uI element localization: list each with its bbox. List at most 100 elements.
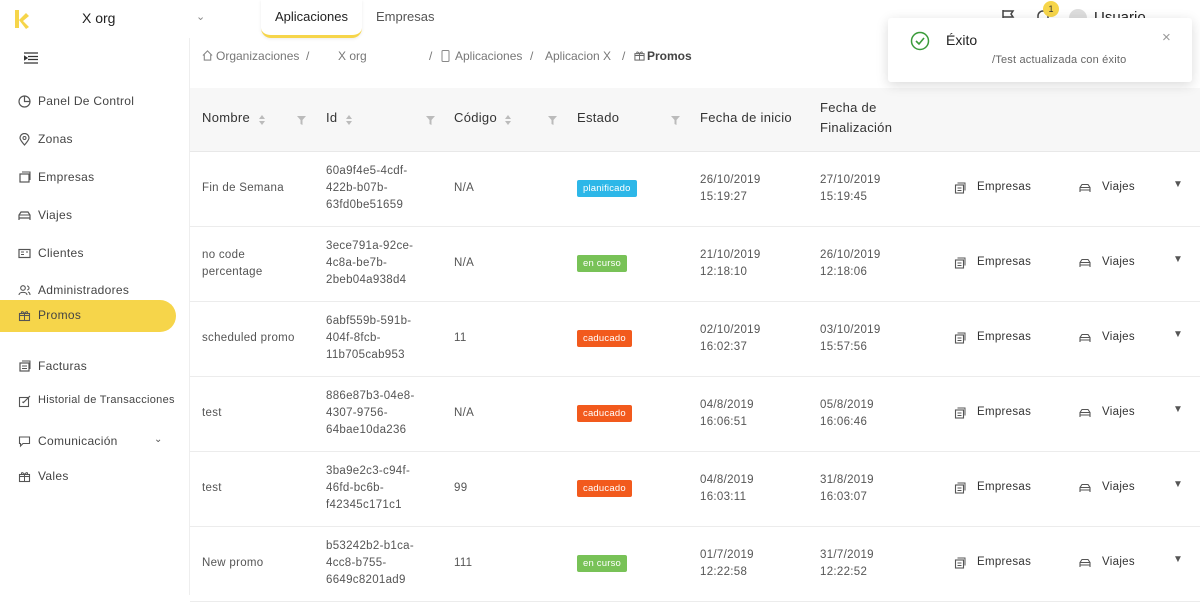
filter-icon[interactable] [297, 116, 306, 125]
start-date: 02/10/2019 16:02:37 [700, 324, 761, 353]
building-icon[interactable] [954, 482, 966, 494]
breadcrumb-current: Promos [647, 49, 692, 63]
empresas-action[interactable]: Empresas [977, 556, 1031, 568]
sidebar-item-clientes[interactable]: Clientes [0, 238, 176, 270]
promo-id: 6abf559b-591b- 404f-8fcb- 11b705cab953 [326, 315, 412, 361]
sidebar-item-facturas[interactable]: Facturas [0, 351, 176, 383]
expand-row-icon[interactable]: ▼ [1173, 329, 1183, 340]
gift-icon [634, 51, 645, 61]
empresas-action[interactable]: Empresas [977, 256, 1031, 268]
brand-logo-icon[interactable] [14, 8, 30, 30]
column-header-codigo[interactable]: Código [454, 108, 497, 128]
table-row[interactable]: test 3ba9e2c3-c94f- 46fd-bc6b-f42345c171c1… [190, 452, 1200, 527]
viajes-action[interactable]: Viajes [1102, 556, 1135, 568]
promo-code: 11 [454, 332, 467, 344]
sidebar-item-zonas[interactable]: Zonas [0, 124, 176, 156]
promo-code: N/A [454, 257, 475, 269]
car-icon[interactable] [1079, 407, 1091, 419]
tab-aplicaciones[interactable]: Aplicaciones [261, 0, 362, 38]
expand-row-icon[interactable]: ▼ [1173, 479, 1183, 490]
chevron-down-icon[interactable]: ⌄ [196, 10, 205, 23]
building-icon[interactable] [954, 407, 966, 419]
building-icon[interactable] [954, 557, 966, 569]
empresas-action[interactable]: Empresas [977, 406, 1031, 418]
filter-icon[interactable] [426, 116, 435, 125]
expand-row-icon[interactable]: ▼ [1173, 179, 1183, 190]
status-badge: caducado [577, 330, 632, 347]
sidebar-item-historial-de-transacciones[interactable]: Historial de Transacciones [0, 386, 176, 418]
users-icon [18, 285, 31, 296]
sidebar-item-label: Promos [38, 308, 82, 322]
table-row[interactable]: New promo b53242b2-b1ca- 4cc8-b755- 6649c82… [190, 527, 1200, 602]
expand-row-icon[interactable]: ▼ [1173, 254, 1183, 265]
car-icon[interactable] [1079, 182, 1091, 194]
home-icon [202, 50, 213, 61]
sidebar-item-label: Vales [38, 469, 69, 483]
toast-message: /Test actualizada con éxito [992, 54, 1127, 66]
expand-row-icon[interactable]: ▼ [1173, 404, 1183, 415]
sidebar-item-label: Historial de Transacciones [38, 394, 175, 406]
column-header-id[interactable]: Id [326, 108, 337, 128]
breadcrumb-aplicacion[interactable]: Aplicacion X [545, 49, 611, 63]
promo-code: 99 [454, 482, 468, 494]
end-date: 27/10/2019 15:19:45 [820, 174, 881, 203]
car-icon[interactable] [1079, 257, 1091, 269]
building-icon[interactable] [954, 332, 966, 344]
empresas-action[interactable]: Empresas [977, 331, 1031, 343]
end-date: 31/7/2019 12:22:52 [820, 549, 874, 578]
sidebar-item-promos[interactable]: Promos [0, 300, 176, 332]
sort-icon[interactable] [345, 115, 353, 125]
breadcrumb-organizaciones[interactable]: Organizaciones [216, 49, 299, 63]
building-icon[interactable] [954, 182, 966, 194]
car-icon[interactable] [1079, 332, 1091, 344]
car-icon[interactable] [1079, 557, 1091, 569]
gift-icon [18, 311, 31, 322]
promo-id: 886e87b3-04e8- 4307-9756- 64bae10da236 [326, 390, 415, 436]
column-header-fecha-inicio[interactable]: Fecha de inicio [700, 108, 792, 128]
column-header-fecha-fin[interactable]: Fecha de Finalización [820, 98, 910, 138]
sidebar-item-comunicacion[interactable]: Comunicación ⌄ [0, 426, 176, 458]
empresas-action[interactable]: Empresas [977, 481, 1031, 493]
table-row[interactable]: scheduled promo 6abf559b-591b- 404f-8fcb- 1… [190, 302, 1200, 377]
viajes-action[interactable]: Viajes [1102, 331, 1135, 343]
chevron-down-icon[interactable]: ⌄ [154, 434, 162, 445]
empresas-action[interactable]: Empresas [977, 181, 1031, 193]
breadcrumb-org[interactable]: X org [338, 49, 367, 63]
promo-name: scheduled promo [202, 332, 295, 344]
viajes-action[interactable]: Viajes [1102, 256, 1135, 268]
filter-icon[interactable] [671, 116, 680, 125]
expand-row-icon[interactable]: ▼ [1173, 554, 1183, 565]
column-header-nombre[interactable]: Nombre [202, 108, 250, 128]
table-row[interactable]: test 886e87b3-04e8- 4307-9756- 64bae10da236… [190, 377, 1200, 452]
viajes-action[interactable]: Viajes [1102, 481, 1135, 493]
sidebar-item-vales[interactable]: Vales [0, 461, 176, 493]
org-selector[interactable]: X org [82, 10, 115, 26]
promo-name: New promo [202, 557, 264, 569]
sort-icon[interactable] [504, 115, 512, 125]
column-header-estado[interactable]: Estado [577, 108, 619, 128]
end-date: 05/8/2019 16:06:46 [820, 399, 874, 428]
start-date: 21/10/2019 12:18:10 [700, 249, 761, 278]
breadcrumb-separator: / [530, 49, 534, 63]
table-row[interactable]: Fin de Semana 60a9f4e5-4cdf- 422b-b07b- 63f… [190, 152, 1200, 227]
promo-name: no code percentage [202, 249, 263, 278]
promo-code: 111 [454, 557, 473, 569]
filter-icon[interactable] [548, 116, 557, 125]
invoice-icon [19, 360, 31, 372]
promo-id: b53242b2-b1ca- 4cc8-b755- 6649c8201ad9 [326, 540, 414, 586]
sort-icon[interactable] [258, 115, 266, 125]
menu-collapse-icon[interactable] [24, 52, 38, 64]
sidebar-item-panel-de-control[interactable]: Panel De Control [0, 86, 176, 118]
sidebar-item-viajes[interactable]: Viajes [0, 200, 176, 232]
viajes-action[interactable]: Viajes [1102, 181, 1135, 193]
success-toast: Éxito /Test actualizada con éxito × [888, 18, 1192, 82]
tab-empresas[interactable]: Empresas [362, 0, 449, 38]
close-icon[interactable]: × [1162, 29, 1171, 46]
building-icon [19, 171, 31, 183]
sidebar-item-empresas[interactable]: Empresas [0, 162, 176, 194]
breadcrumb-aplicaciones[interactable]: Aplicaciones [455, 49, 522, 63]
car-icon[interactable] [1079, 482, 1091, 494]
viajes-action[interactable]: Viajes [1102, 406, 1135, 418]
building-icon[interactable] [954, 257, 966, 269]
table-row[interactable]: no code percentage 3ece791a-92ce- 4c8a-be7b… [190, 227, 1200, 302]
